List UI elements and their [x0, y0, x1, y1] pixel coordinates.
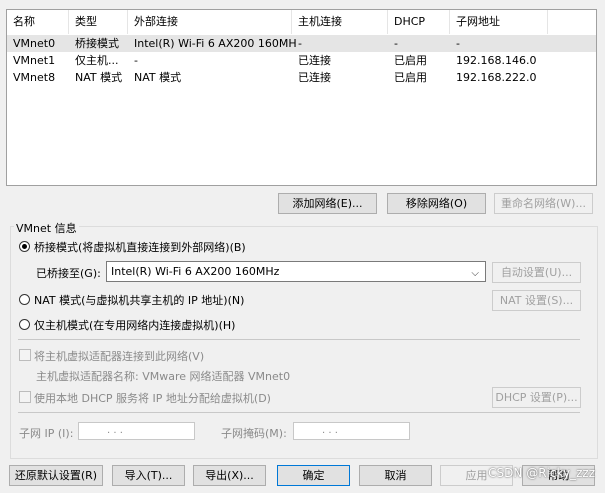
- adapter-name-label: 主机虚拟适配器名称: VMware 网络适配器 VMnet0: [36, 370, 291, 383]
- cell-host: 已连接: [298, 71, 331, 84]
- cell-dhcp: 已启用: [394, 71, 427, 84]
- nat-mode-label[interactable]: NAT 模式(与虚拟机共享主机的 IP 地址)(N): [34, 292, 244, 308]
- ok-button[interactable]: 确定: [277, 465, 350, 486]
- cell-external: -: [134, 54, 138, 67]
- cell-name: VMnet8: [13, 71, 56, 84]
- bridged-to-select[interactable]: Intel(R) Wi-Fi 6 AX200 160MHz ⌵: [106, 261, 486, 282]
- table-row[interactable]: VMnet8 NAT 模式 NAT 模式 已连接 已启用 192.168.222…: [7, 69, 596, 86]
- cell-external: Intel(R) Wi-Fi 6 AX200 160MHz: [134, 37, 296, 50]
- table-row[interactable]: VMnet0 桥接模式 Intel(R) Wi-Fi 6 AX200 160MH…: [7, 35, 596, 52]
- connect-adapter-checkbox[interactable]: [19, 349, 31, 361]
- cell-dhcp: -: [394, 37, 398, 50]
- divider: [18, 339, 580, 340]
- divider: [18, 412, 580, 413]
- vmnet-info-legend: VMnet 信息: [14, 220, 79, 236]
- export-button[interactable]: 导出(X)...: [193, 465, 266, 486]
- column-header-name[interactable]: 名称: [7, 10, 69, 34]
- host-only-radio[interactable]: [19, 319, 30, 330]
- column-header-type[interactable]: 类型: [69, 10, 128, 34]
- use-dhcp-checkbox[interactable]: [19, 391, 31, 403]
- watermark: CSDN @Ricky_zzz: [488, 466, 595, 480]
- add-network-button[interactable]: 添加网络(E)...: [278, 193, 377, 214]
- cell-dhcp: 已启用: [394, 54, 427, 67]
- rename-network-button[interactable]: 重命名网络(W)...: [494, 193, 593, 214]
- subnet-ip-field[interactable]: . . .: [78, 422, 195, 440]
- connect-adapter-label[interactable]: 将主机虚拟适配器连接到此网络(V): [34, 348, 204, 364]
- cell-subnet: -: [456, 37, 460, 50]
- bridged-to-label: 已桥接至(G):: [36, 267, 101, 280]
- cell-name: VMnet0: [13, 37, 56, 50]
- subnet-mask-field[interactable]: . . .: [293, 422, 410, 440]
- cancel-button[interactable]: 取消: [359, 465, 432, 486]
- cell-type: NAT 模式: [75, 71, 123, 84]
- bridge-mode-radio[interactable]: [19, 241, 30, 252]
- cell-host: -: [298, 37, 302, 50]
- chevron-down-icon: ⌵: [471, 268, 479, 279]
- column-header-external[interactable]: 外部连接: [128, 10, 292, 34]
- column-header-host[interactable]: 主机连接: [292, 10, 388, 34]
- subnet-ip-label: 子网 IP (I):: [19, 427, 74, 440]
- cell-name: VMnet1: [13, 54, 56, 67]
- import-button[interactable]: 导入(T)...: [112, 465, 185, 486]
- nat-settings-button[interactable]: NAT 设置(S)...: [492, 290, 581, 311]
- cell-subnet: 192.168.222.0: [456, 71, 537, 84]
- subnet-mask-label: 子网掩码(M):: [221, 427, 287, 440]
- network-list[interactable]: 名称 类型 外部连接 主机连接 DHCP 子网地址 VMnet0 桥接模式 In…: [6, 9, 597, 186]
- cell-host: 已连接: [298, 54, 331, 67]
- dhcp-settings-button[interactable]: DHCP 设置(P)...: [492, 387, 581, 408]
- remove-network-button[interactable]: 移除网络(O): [387, 193, 486, 214]
- cell-type: 仅主机...: [75, 54, 119, 67]
- auto-settings-button[interactable]: 自动设置(U)...: [492, 262, 581, 283]
- column-header-subnet[interactable]: 子网地址: [450, 10, 548, 34]
- use-dhcp-label[interactable]: 使用本地 DHCP 服务将 IP 地址分配给虚拟机(D): [34, 390, 271, 406]
- cell-type: 桥接模式: [75, 37, 119, 50]
- column-header-dhcp[interactable]: DHCP: [388, 10, 450, 34]
- nat-mode-radio[interactable]: [19, 294, 30, 305]
- bridged-to-value: Intel(R) Wi-Fi 6 AX200 160MHz: [111, 265, 280, 278]
- restore-defaults-button[interactable]: 还原默认设置(R): [9, 465, 103, 486]
- host-only-label[interactable]: 仅主机模式(在专用网络内连接虚拟机)(H): [34, 317, 235, 333]
- table-row[interactable]: VMnet1 仅主机... - 已连接 已启用 192.168.146.0: [7, 52, 596, 69]
- bridge-mode-label[interactable]: 桥接模式(将虚拟机直接连接到外部网络)(B): [34, 239, 246, 255]
- cell-subnet: 192.168.146.0: [456, 54, 537, 67]
- table-header: 名称 类型 外部连接 主机连接 DHCP 子网地址: [7, 10, 596, 34]
- cell-external: NAT 模式: [134, 71, 182, 84]
